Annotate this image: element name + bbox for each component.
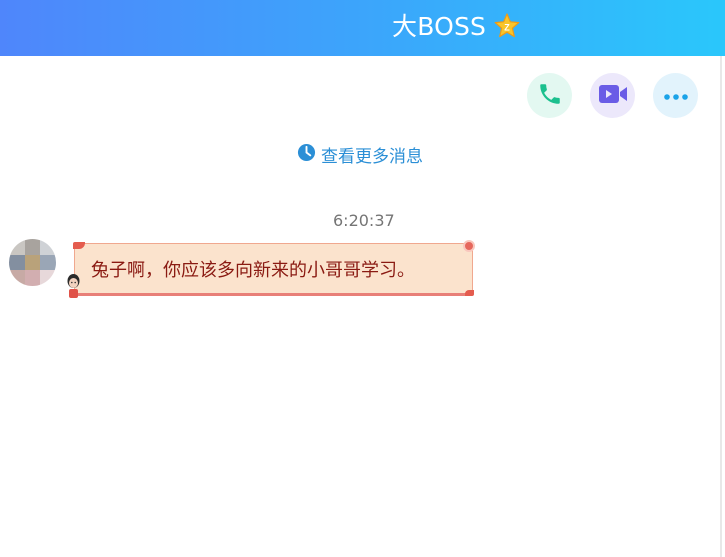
panel-divider bbox=[720, 56, 722, 557]
avatar[interactable] bbox=[9, 239, 56, 286]
voice-call-button[interactable] bbox=[527, 73, 572, 118]
view-more-messages-link[interactable]: 查看更多消息 bbox=[297, 142, 423, 167]
more-button[interactable] bbox=[653, 73, 698, 118]
bubble-decoration bbox=[73, 242, 85, 249]
chat-window: 大BOSS Z 查看更多消息 6:20:37 兔子啊，你应该多向新来的小哥哥学习… bbox=[0, 0, 725, 557]
view-more-label: 查看更多消息 bbox=[321, 146, 423, 167]
phone-icon bbox=[537, 81, 563, 111]
chat-header: 大BOSS Z bbox=[0, 0, 725, 56]
more-dots-icon bbox=[663, 86, 689, 105]
svg-text:Z: Z bbox=[504, 23, 510, 33]
message-timestamp: 6:20:37 bbox=[333, 211, 395, 230]
gold-star-badge-icon: Z bbox=[494, 13, 520, 39]
clock-icon bbox=[297, 143, 316, 166]
video-camera-icon bbox=[597, 82, 629, 110]
message-bubble[interactable]: 兔子啊，你应该多向新来的小哥哥学习。 bbox=[67, 240, 475, 298]
bubble-decoration bbox=[465, 290, 474, 296]
chat-title: 大BOSS bbox=[392, 12, 487, 41]
video-call-button[interactable] bbox=[590, 73, 635, 118]
bubble-character-icon bbox=[65, 272, 82, 300]
bubble-decoration bbox=[463, 240, 475, 252]
message-text: 兔子啊，你应该多向新来的小哥哥学习。 bbox=[91, 260, 415, 281]
